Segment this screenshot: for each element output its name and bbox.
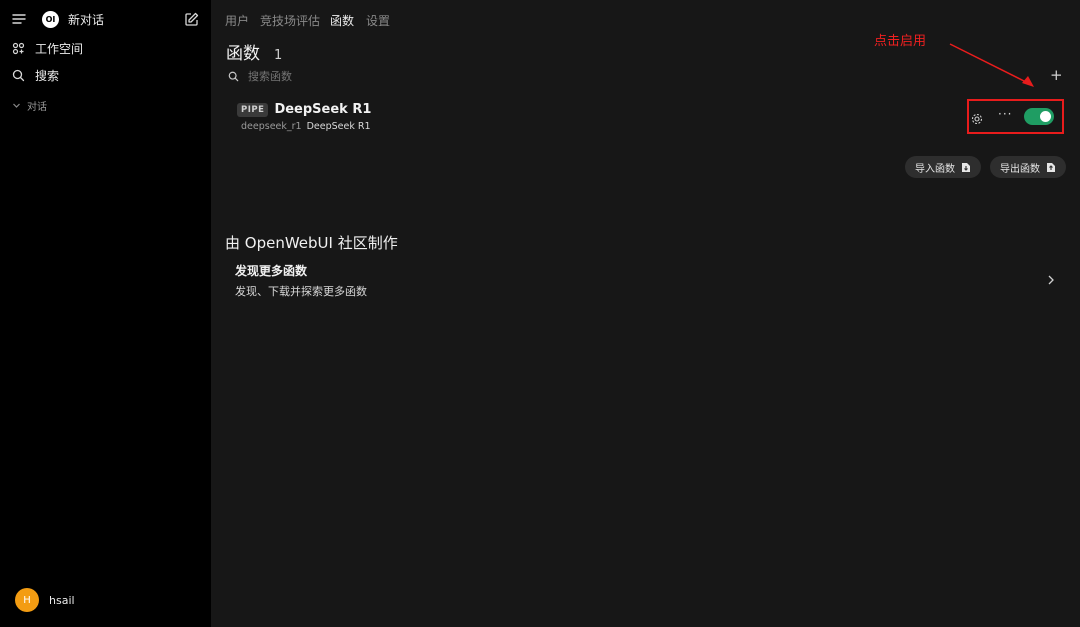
tab-settings[interactable]: 设置 bbox=[366, 12, 390, 29]
function-id: deepseek_r1 bbox=[241, 121, 302, 132]
discover-title: 发现更多函数 bbox=[235, 264, 308, 278]
export-label: 导出函数 bbox=[1000, 163, 1040, 175]
more-options-button[interactable]: ··· bbox=[998, 107, 1012, 121]
main-panel: 用户 竞技场评估 函数 设置 函数 1 + PIPE DeepSeek R1 d… bbox=[211, 0, 1080, 627]
function-count: 1 bbox=[274, 48, 283, 63]
tab-functions[interactable]: 函数 bbox=[330, 12, 354, 29]
annotation-text: 点击启用 bbox=[874, 34, 927, 49]
compose-button[interactable] bbox=[184, 12, 199, 27]
import-functions-button[interactable]: 导入函数 bbox=[905, 156, 981, 178]
user-name: hsail bbox=[49, 593, 75, 607]
sidebar: OI 新对话 工作空间 搜索 对话 H hsail bbox=[0, 0, 211, 627]
sidebar-toggle-button[interactable] bbox=[12, 13, 26, 25]
workspace-label: 工作空间 bbox=[35, 42, 84, 56]
file-export-icon bbox=[1047, 162, 1055, 172]
edit-icon bbox=[185, 12, 199, 26]
ellipsis-icon: ··· bbox=[998, 107, 1013, 121]
valves-button[interactable] bbox=[971, 110, 983, 129]
page-title: 函数 bbox=[226, 44, 260, 64]
user-menu[interactable]: H hsail bbox=[15, 588, 75, 612]
discover-functions-link[interactable]: 发现更多函数 发现、下载并探索更多函数 bbox=[235, 262, 1065, 300]
chevron-down-icon bbox=[13, 103, 20, 108]
search-label: 搜索 bbox=[35, 69, 60, 83]
annotation-arrow bbox=[949, 43, 1034, 87]
logo: OI bbox=[42, 11, 59, 28]
add-function-button[interactable]: + bbox=[1050, 66, 1063, 84]
avatar: H bbox=[15, 588, 39, 612]
function-description: DeepSeek R1 bbox=[306, 121, 371, 132]
type-badge: PIPE bbox=[237, 102, 269, 117]
community-heading: 由 OpenWebUI 社区制作 bbox=[225, 234, 398, 252]
export-functions-button[interactable]: 导出函数 bbox=[990, 156, 1066, 178]
search-icon bbox=[12, 69, 25, 82]
enable-toggle[interactable] bbox=[1024, 108, 1054, 125]
tab-arena[interactable]: 竞技场评估 bbox=[260, 12, 320, 29]
function-item[interactable]: PIPE DeepSeek R1 bbox=[237, 102, 371, 117]
menu-icon bbox=[12, 14, 26, 24]
chevron-right-icon bbox=[1048, 275, 1054, 285]
function-name: DeepSeek R1 bbox=[274, 102, 372, 117]
gear-icon bbox=[971, 113, 983, 125]
search-icon bbox=[228, 71, 239, 81]
chats-section-toggle[interactable]: 对话 bbox=[12, 98, 47, 113]
search-input[interactable] bbox=[248, 69, 548, 83]
workspace-icon bbox=[12, 42, 25, 55]
search-bar bbox=[228, 68, 1058, 84]
import-label: 导入函数 bbox=[915, 163, 955, 175]
new-chat-button[interactable]: OI 新对话 bbox=[42, 11, 104, 28]
sidebar-item-workspace[interactable]: 工作空间 bbox=[12, 40, 83, 57]
chats-section-label: 对话 bbox=[27, 102, 47, 113]
tab-users[interactable]: 用户 bbox=[225, 12, 249, 29]
new-chat-label: 新对话 bbox=[68, 13, 105, 27]
discover-subtitle: 发现、下载并探索更多函数 bbox=[235, 285, 367, 298]
sidebar-item-search[interactable]: 搜索 bbox=[12, 67, 59, 84]
file-download-icon bbox=[962, 162, 970, 172]
